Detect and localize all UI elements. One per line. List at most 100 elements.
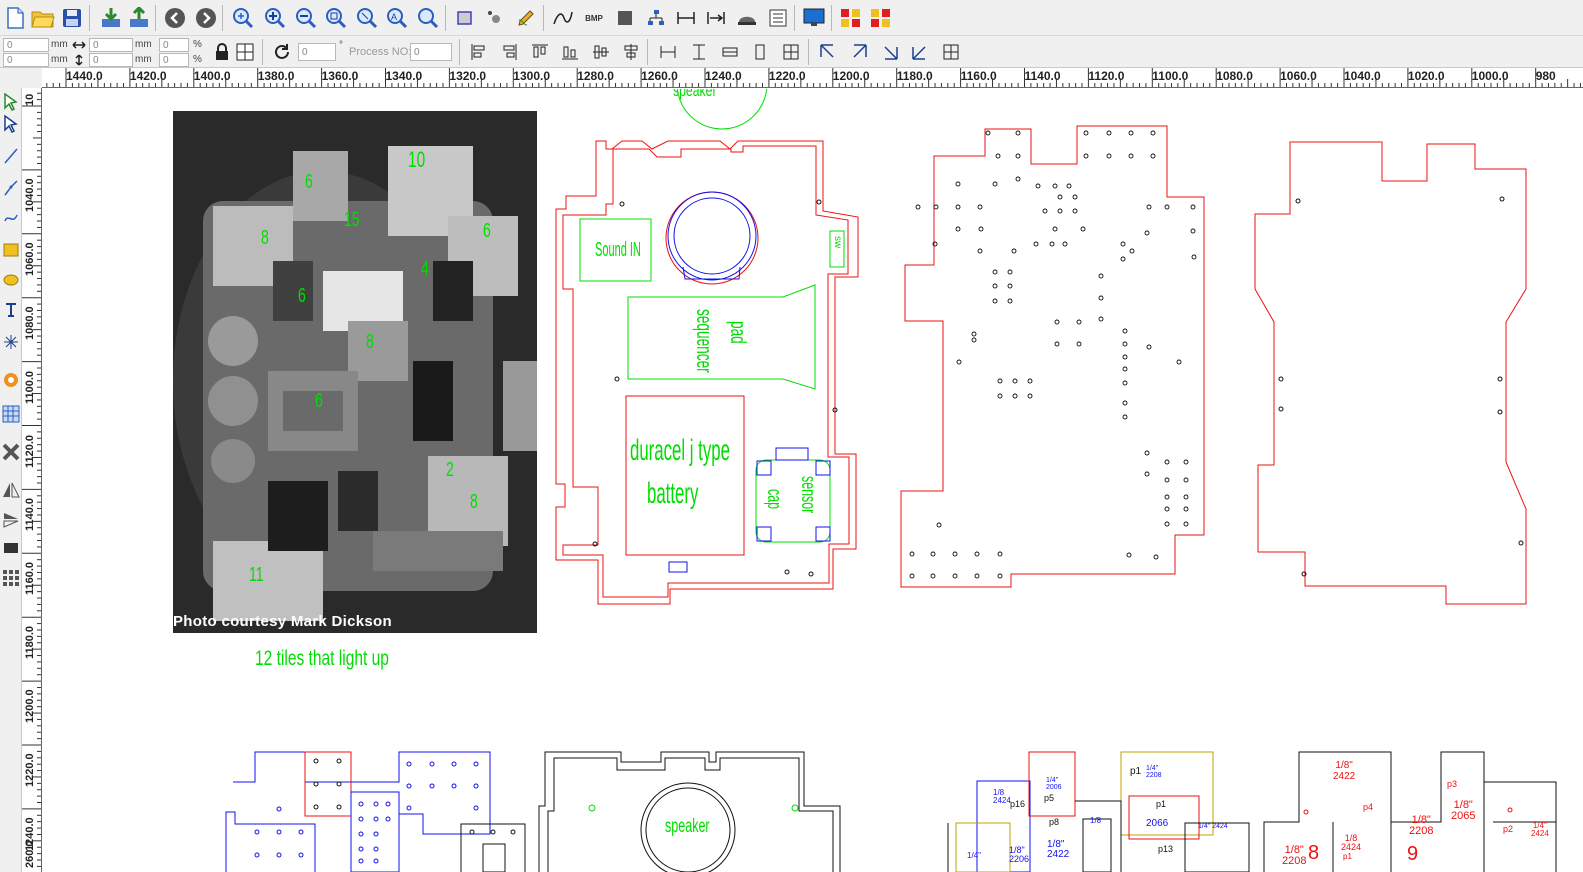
part-yellow-b[interactable]: [955, 822, 1011, 872]
align-right-icon[interactable]: [497, 40, 521, 64]
import-icon[interactable]: [98, 5, 124, 31]
pen-edit-icon[interactable]: [513, 5, 539, 31]
curve-tool-icon[interactable]: [1, 206, 21, 230]
lock-ratio-icon[interactable]: [210, 40, 234, 64]
distribute-v-icon[interactable]: [687, 40, 711, 64]
move-top-right-icon[interactable]: [847, 40, 871, 64]
ellipse-tool-icon[interactable]: [1, 268, 21, 292]
move-bottom-left-icon[interactable]: [908, 40, 932, 64]
rectangle-select-icon[interactable]: [452, 5, 478, 31]
zoom-out-icon[interactable]: [293, 5, 319, 31]
rectangle-tool-icon[interactable]: [1, 238, 21, 262]
scale-x-field[interactable]: [159, 38, 189, 52]
zoom-in-plus-icon[interactable]: [262, 5, 288, 31]
zoom-window-icon[interactable]: [354, 5, 380, 31]
polyline-tool-icon[interactable]: [1, 176, 21, 200]
battery-compartment[interactable]: [625, 395, 745, 556]
align-left-icon[interactable]: [467, 40, 491, 64]
back-plate-outline[interactable]: [1254, 141, 1527, 605]
align-bottom-icon[interactable]: [558, 40, 582, 64]
speaker-plate-outline[interactable]: [538, 751, 841, 872]
select-arrow-icon[interactable]: [1, 90, 21, 114]
back-icon[interactable]: [162, 5, 188, 31]
monitor-icon[interactable]: [801, 5, 827, 31]
rotation-field[interactable]: [298, 43, 336, 61]
mount-hole: [1499, 196, 1505, 202]
measure-arrow-icon[interactable]: [703, 5, 729, 31]
save-icon[interactable]: [59, 5, 85, 31]
vertical-ruler[interactable]: 10 1040.0 1060.0 1080.0 1100.0 1120.0 1140.0 11…: [22, 88, 42, 872]
same-height-icon[interactable]: [748, 40, 772, 64]
star-point-icon[interactable]: [1, 330, 21, 354]
zoom-in-icon[interactable]: [230, 5, 256, 31]
export-icon[interactable]: [126, 5, 152, 31]
laser-head-icon[interactable]: [734, 5, 760, 31]
node-edit-icon[interactable]: [482, 5, 508, 31]
drawing-canvas[interactable]: 6 10 8 15 6 4 6 8 6 2 8 11 Photo courtes…: [43, 89, 1583, 872]
array-2-icon[interactable]: [868, 5, 894, 31]
zoom-previous-icon[interactable]: [415, 5, 441, 31]
rotate-icon[interactable]: [270, 40, 294, 64]
perforated-plate-outline[interactable]: [900, 125, 1205, 588]
array-icon[interactable]: [838, 5, 864, 31]
speaker-plate-inner[interactable]: [547, 757, 834, 872]
mirror-h-icon[interactable]: [1, 478, 21, 502]
mirror-v-icon[interactable]: [1, 508, 21, 532]
scale-y-field[interactable]: [159, 53, 189, 67]
sensor-tab: [775, 447, 809, 461]
align-center-v-icon[interactable]: [619, 40, 643, 64]
node-select-icon[interactable]: [1, 112, 21, 136]
y-position-field[interactable]: [3, 53, 49, 67]
text-tool-icon[interactable]: [1, 298, 21, 322]
new-file-icon[interactable]: [2, 5, 28, 31]
bitmap-tool-icon[interactable]: [1, 368, 21, 392]
mount-hole: [974, 551, 980, 557]
fill-tool-icon[interactable]: [1, 536, 21, 560]
mount-hole: [1015, 130, 1021, 136]
align-top-icon[interactable]: [528, 40, 552, 64]
delete-tool-icon[interactable]: [1, 440, 21, 464]
move-bottom-right-icon[interactable]: [878, 40, 902, 64]
fill-icon[interactable]: [612, 5, 638, 31]
process-number-field[interactable]: [410, 43, 452, 61]
move-center-icon[interactable]: [939, 40, 963, 64]
tile-hole: [313, 781, 319, 787]
mount-hole: [1012, 393, 1018, 399]
speaker-ring-outline[interactable]: [667, 191, 757, 281]
same-width-icon[interactable]: [718, 40, 742, 64]
align-center-h-icon[interactable]: [589, 40, 613, 64]
tile-layout-outline[interactable]: [233, 751, 491, 872]
tree-icon[interactable]: [643, 5, 669, 31]
curve-icon[interactable]: [550, 5, 576, 31]
width-field[interactable]: [89, 38, 133, 52]
height-field[interactable]: [89, 53, 133, 67]
forward-icon[interactable]: [193, 5, 219, 31]
move-top-left-icon[interactable]: [816, 40, 840, 64]
part-black-d[interactable]: [1082, 818, 1112, 872]
grid-icon[interactable]: [233, 40, 257, 64]
array-copy-icon[interactable]: [1, 566, 21, 590]
horizontal-ruler[interactable]: 1440.0 1420.0 1400.0 1380.0 1360.0 1340.0 1320…: [42, 68, 1583, 88]
part-black-a[interactable]: [1075, 800, 1122, 872]
zoom-all-icon[interactable]: A: [384, 5, 410, 31]
tile-hole: [473, 783, 479, 789]
grid-array-icon[interactable]: [1, 402, 21, 426]
same-size-icon[interactable]: [779, 40, 803, 64]
tile-layout-lower[interactable]: [225, 811, 316, 872]
mount-hole: [1015, 153, 1021, 159]
zoom-extents-icon[interactable]: [323, 5, 349, 31]
toolbar-separator: [262, 39, 263, 65]
speaker-ring-inner[interactable]: [673, 197, 751, 275]
part-black-c[interactable]: [1184, 822, 1250, 872]
layer-list-icon[interactable]: [765, 5, 791, 31]
bmp-icon[interactable]: BMP: [581, 5, 607, 31]
mount-hole: [1007, 283, 1013, 289]
mount-hole: [1027, 393, 1033, 399]
measure-h-icon[interactable]: [673, 5, 699, 31]
sequencer-pad-outline[interactable]: [627, 284, 816, 390]
x-position-field[interactable]: [3, 38, 49, 52]
open-folder-icon[interactable]: [30, 5, 56, 31]
distribute-h-icon[interactable]: [656, 40, 680, 64]
tile-red[interactable]: [304, 751, 352, 817]
line-tool-icon[interactable]: [1, 144, 21, 168]
